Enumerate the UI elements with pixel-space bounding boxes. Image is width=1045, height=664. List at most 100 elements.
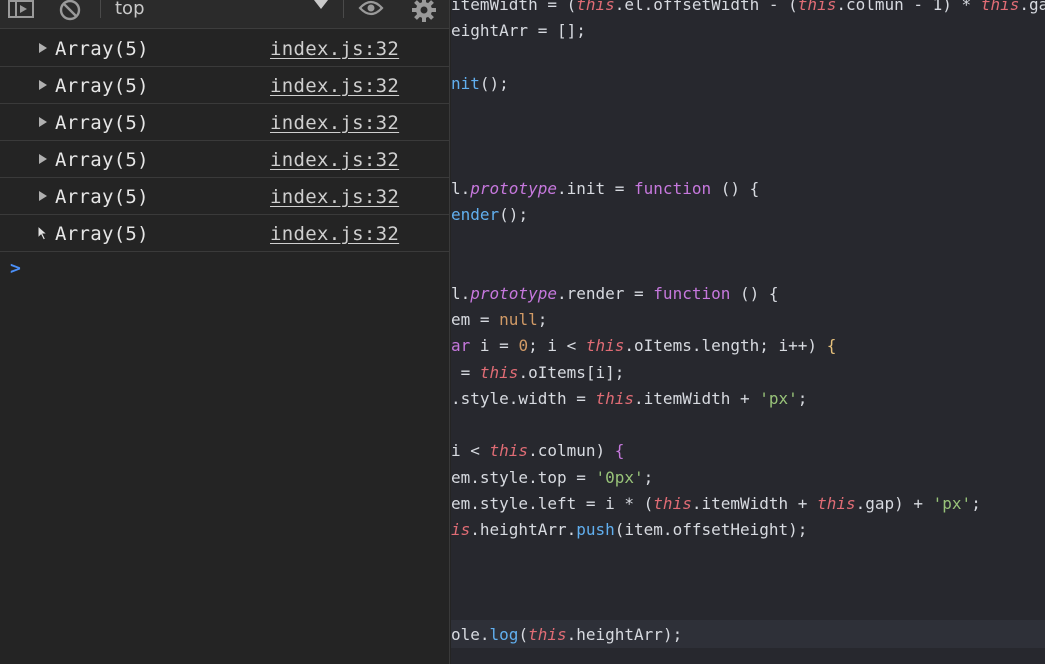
code-token: i = — [470, 336, 519, 356]
code-token: ; — [797, 388, 808, 408]
devtools-console-panel: top Array(5) index.js:32 Array(5) index.… — [0, 0, 450, 664]
chevron-down-icon[interactable] — [314, 0, 328, 9]
console-log-list: Array(5) index.js:32 Array(5) index.js:3… — [0, 30, 449, 252]
code-token: prototype — [470, 178, 557, 198]
code-token: '0px' — [595, 467, 644, 487]
code-token: this — [585, 336, 625, 356]
console-toolbar: top — [0, 0, 449, 29]
clear-console-icon[interactable] — [58, 0, 82, 22]
code-line[interactable]: i < this.colmun) { — [451, 438, 624, 464]
expand-triangle-icon[interactable] — [39, 80, 47, 90]
code-line[interactable]: em = null; — [451, 307, 547, 333]
log-value[interactable]: Array(5) — [55, 149, 149, 171]
code-line[interactable]: ar i = 0; i < this.oItems.length; i++) { — [451, 333, 836, 359]
code-line[interactable]: em.style.left = i * (this.itemWidth + th… — [451, 491, 981, 517]
code-token: this — [980, 0, 1020, 14]
context-selector[interactable]: top — [115, 0, 145, 19]
code-line[interactable]: em.style.top = '0px'; — [451, 465, 653, 491]
code-token: (); — [499, 205, 529, 224]
code-token: this — [576, 0, 615, 14]
code-token: 'px' — [759, 388, 798, 408]
code-token: 0 — [518, 336, 529, 356]
code-token: .colmun - 1) * — [836, 0, 981, 14]
code-token: itemWidth = ( — [451, 0, 577, 14]
gear-icon[interactable] — [410, 0, 438, 24]
code-line[interactable]: itemWidth = (this.el.offsetWidth - (this… — [451, 0, 1045, 18]
code-token: .oItems[i]; — [518, 362, 625, 382]
code-token: l. — [451, 283, 471, 303]
code-line[interactable]: is.heightArr.push(item.offsetHeight); — [451, 517, 807, 543]
code-token: .heightArr. — [470, 520, 577, 539]
live-expression-eye-icon[interactable] — [358, 0, 384, 18]
mouse-cursor-icon — [37, 225, 49, 241]
code-line[interactable]: nit(); — [451, 71, 509, 97]
code-token: = — [451, 362, 480, 382]
code-token: function — [653, 283, 731, 303]
expand-triangle-icon[interactable] — [39, 154, 47, 164]
log-entry[interactable]: Array(5) index.js:32 — [0, 67, 449, 104]
log-value[interactable]: Array(5) — [55, 186, 149, 208]
source-link[interactable]: index.js:32 — [270, 112, 399, 134]
code-token: ( — [518, 625, 529, 644]
console-prompt-caret-icon[interactable]: > — [10, 258, 21, 279]
code-token: { — [614, 441, 625, 461]
source-link[interactable]: index.js:32 — [270, 149, 399, 171]
log-value[interactable]: Array(5) — [55, 75, 149, 97]
code-token: log — [489, 625, 519, 644]
code-token: em = — [451, 310, 500, 329]
code-line[interactable]: ole.log(this.heightArr); — [451, 622, 682, 648]
code-token: .render = — [556, 283, 654, 303]
code-token: ole. — [451, 625, 490, 644]
code-token: .init = — [556, 178, 635, 198]
code-token: (item.offsetHeight); — [614, 520, 808, 539]
source-link[interactable]: index.js:32 — [270, 75, 399, 97]
code-token: function — [634, 178, 712, 198]
code-token: ; — [537, 310, 548, 329]
code-token: () { — [730, 283, 779, 303]
source-link[interactable]: index.js:32 — [270, 223, 399, 245]
code-token: this — [489, 441, 529, 461]
code-token: .colmun) — [528, 441, 615, 461]
code-line[interactable]: ender(); — [451, 202, 528, 228]
code-line[interactable]: l.prototype.init = function () { — [451, 176, 759, 202]
code-line[interactable]: eightArr = []; — [451, 18, 586, 44]
expand-triangle-icon[interactable] — [39, 191, 47, 201]
log-value[interactable]: Array(5) — [55, 38, 149, 60]
source-link[interactable]: index.js:32 — [270, 186, 399, 208]
expand-triangle-icon[interactable] — [39, 43, 47, 53]
toolbar-divider — [343, 0, 344, 18]
code-token: ar — [451, 336, 471, 356]
code-token: .style.width = — [451, 388, 596, 408]
log-entry[interactable]: Array(5) index.js:32 — [0, 178, 449, 215]
code-token: .heightArr); — [566, 625, 683, 644]
log-value[interactable]: Array(5) — [55, 112, 149, 134]
code-line[interactable]: = this.oItems[i]; — [451, 360, 625, 386]
code-token: ; — [643, 467, 654, 487]
log-entry[interactable]: Array(5) index.js:32 — [0, 141, 449, 178]
code-token: eightArr = []; — [451, 21, 586, 41]
code-token: this — [653, 493, 692, 513]
source-link[interactable]: index.js:32 — [270, 38, 399, 60]
code-line[interactable]: l.prototype.render = function () { — [451, 281, 779, 307]
code-token: .gap) + — [855, 493, 933, 513]
code-token: ; i < — [528, 336, 586, 356]
code-token: em.style.left = i * ( — [451, 493, 654, 513]
sidebar-toggle-icon[interactable] — [8, 0, 34, 18]
code-token: this — [595, 388, 635, 408]
code-token: this — [817, 493, 856, 513]
code-token: nit — [451, 73, 480, 93]
log-value[interactable]: Array(5) — [55, 223, 149, 245]
code-token: .itemWidth + — [634, 388, 760, 408]
log-entry[interactable]: Array(5) index.js:32 — [0, 104, 449, 141]
toolbar-divider — [100, 0, 101, 18]
code-token: .itemWidth + — [691, 493, 818, 513]
code-token: .oItems.length; i++) — [624, 336, 827, 356]
code-token: prototype — [470, 283, 557, 303]
code-editor[interactable]: itemWidth = (this.el.offsetWidth - (this… — [451, 0, 1045, 664]
code-token: 'px' — [932, 493, 972, 513]
code-line[interactable]: .style.width = this.itemWidth + 'px'; — [451, 386, 807, 412]
log-entry[interactable]: Array(5) index.js:32 — [0, 30, 449, 67]
code-token: push — [576, 520, 615, 539]
expand-triangle-icon[interactable] — [39, 117, 47, 127]
log-entry[interactable]: Array(5) index.js:32 — [0, 215, 449, 252]
